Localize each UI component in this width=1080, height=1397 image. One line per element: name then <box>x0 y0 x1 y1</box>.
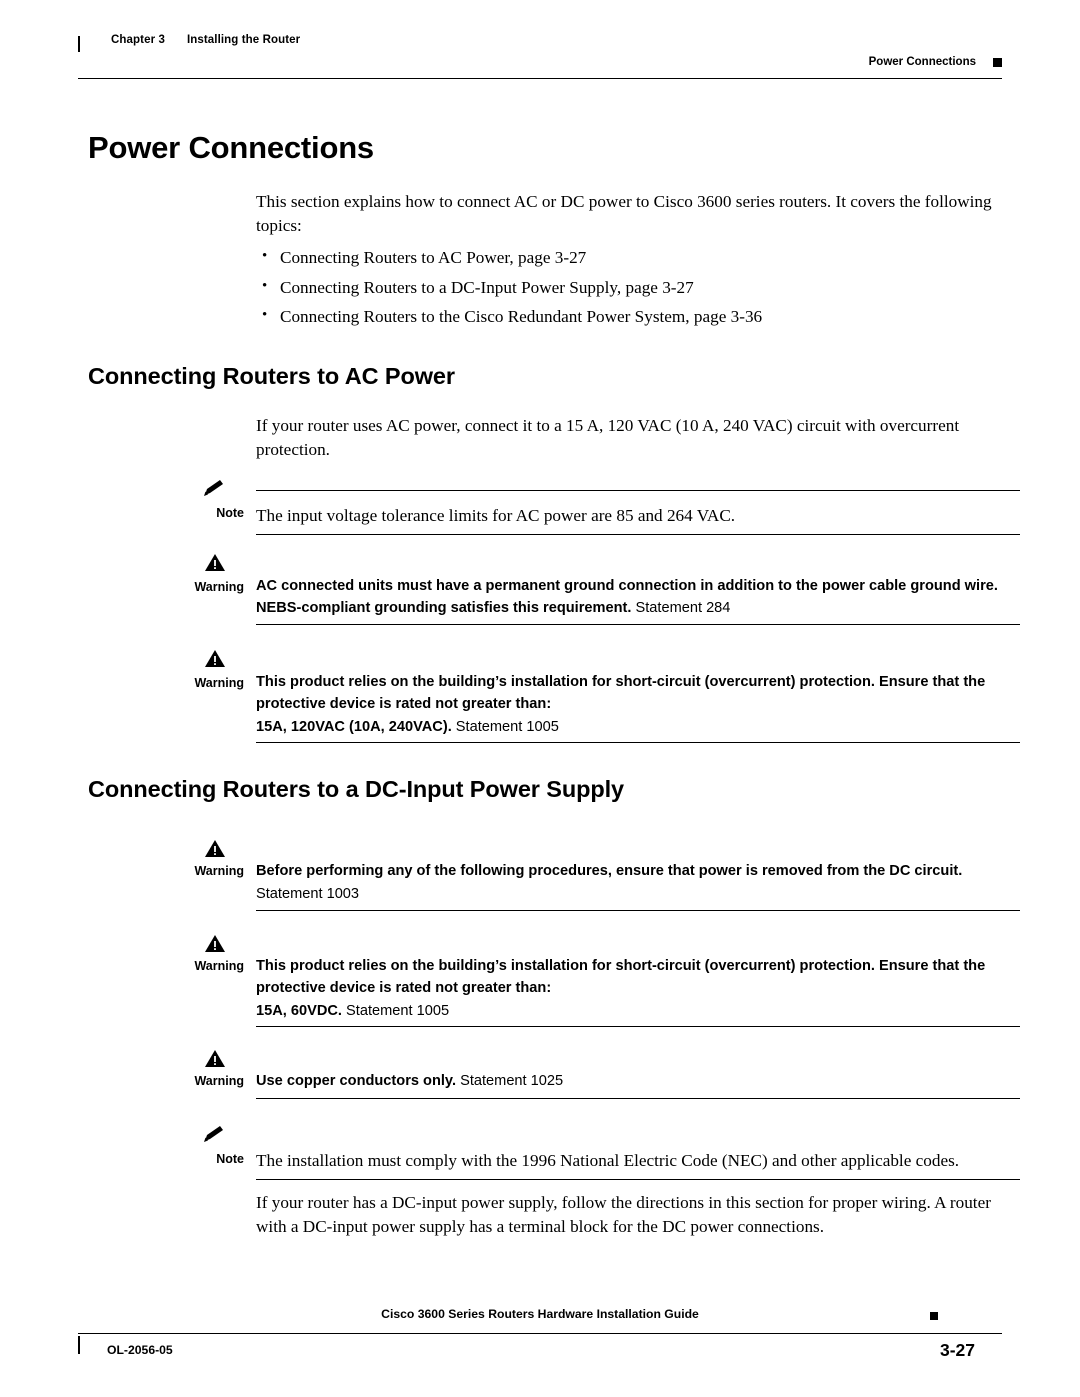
note-pencil-icon <box>202 478 228 498</box>
notice-label: Warning <box>194 580 244 594</box>
footer-document-id: OL-2056-05 <box>107 1343 173 1357</box>
footer-tick-mark <box>78 1336 80 1354</box>
warning-bold-text: This product relies on the building’s in… <box>256 958 986 996</box>
notice-rule-bottom <box>256 742 1020 743</box>
warning-triangle-icon <box>202 933 228 953</box>
warning-bold-text: AC connected units must have a permanent… <box>256 578 998 616</box>
notice-label: Warning <box>194 959 244 973</box>
note-pencil-icon <box>202 1124 228 1144</box>
notice-label: Warning <box>194 676 244 690</box>
warning-statement: Statement 1005 <box>451 719 559 735</box>
notice-rule-bottom <box>256 1179 1020 1180</box>
warning-statement: Statement 1025 <box>456 1073 564 1089</box>
ac-power-paragraph: If your router uses AC power, connect it… <box>256 416 960 459</box>
header-tick-mark <box>78 36 80 52</box>
closing-paragraph: If your router has a DC-input power supp… <box>256 1193 991 1236</box>
intro-paragraph: This section explains how to connect AC … <box>256 192 992 235</box>
footer-page-number: 3-27 <box>940 1340 976 1360</box>
page-title: Power Connections <box>88 130 374 165</box>
notice-rule-bottom <box>256 910 1020 911</box>
warning-bold-text: This product relies on the building’s in… <box>256 674 986 712</box>
warning-bold-text: Before performing any of the following p… <box>256 863 963 879</box>
notice-label: Warning <box>194 864 244 878</box>
notice-rule-bottom <box>256 1098 1020 1099</box>
header-chapter-title: Installing the Router <box>186 34 301 46</box>
section-heading-dc-power: Connecting Routers to a DC-Input Power S… <box>88 776 625 802</box>
list-item[interactable]: Connecting Routers to the Cisco Redundan… <box>256 301 1016 332</box>
topics-list: Connecting Routers to AC Power, page 3-2… <box>256 242 1016 332</box>
page-header: Chapter 3 Installing the Router Power Con… <box>78 34 1002 68</box>
notice-rule-bottom <box>256 534 1020 535</box>
warning-statement: Statement 284 <box>631 599 731 616</box>
warning-statement: Statement 1005 <box>341 1003 450 1019</box>
footer-rule <box>78 1333 1002 1335</box>
notice-body: This product relies on the building’s in… <box>256 956 1020 1023</box>
footer-square-marker <box>930 1312 938 1320</box>
warning-triangle-icon <box>202 838 228 858</box>
header-running-head: Power Connections <box>868 56 976 68</box>
notice-label: Warning <box>194 1074 244 1088</box>
notice-body: The input voltage tolerance limits for A… <box>256 506 736 525</box>
footer-guide-title: Cisco 3600 Series Routers Hardware Insta… <box>381 1307 699 1321</box>
warning-bold-text: Use copper conductors only. <box>256 1073 457 1089</box>
list-item[interactable]: Connecting Routers to a DC-Input Power S… <box>256 272 1016 303</box>
notice-body: Use copper conductors only. Statement 10… <box>256 1071 1020 1093</box>
header-chapter-number: Chapter 3 <box>111 34 165 46</box>
notice-body: Before performing any of the following p… <box>256 861 1020 905</box>
notice-rule-bottom <box>256 624 1020 625</box>
header-rule <box>78 78 1002 80</box>
section-heading-ac-power: Connecting Routers to AC Power <box>88 363 455 389</box>
header-chapter: Chapter 3 Installing the Router <box>111 34 300 46</box>
notice-rule-bottom <box>256 1026 1020 1027</box>
notice-body: The installation must comply with the 19… <box>256 1151 960 1170</box>
list-item[interactable]: Connecting Routers to AC Power, page 3-2… <box>256 242 1016 273</box>
notice-body: This product relies on the building’s in… <box>256 672 1020 739</box>
warning-triangle-icon <box>202 1048 228 1068</box>
warning-bold-text-2: 15A, 60VDC. <box>256 1003 342 1019</box>
warning-triangle-icon <box>202 648 228 668</box>
warning-bold-text-2: 15A, 120VAC (10A, 240VAC). <box>256 719 452 735</box>
header-square-marker <box>993 58 1002 67</box>
notice-label: Note <box>216 506 244 520</box>
notice-label: Note <box>216 1152 244 1166</box>
warning-statement: Statement 1003 <box>256 885 360 902</box>
notice-body: AC connected units must have a permanent… <box>256 576 1020 619</box>
notice-rule-top <box>256 490 1020 491</box>
warning-triangle-icon <box>202 552 228 572</box>
